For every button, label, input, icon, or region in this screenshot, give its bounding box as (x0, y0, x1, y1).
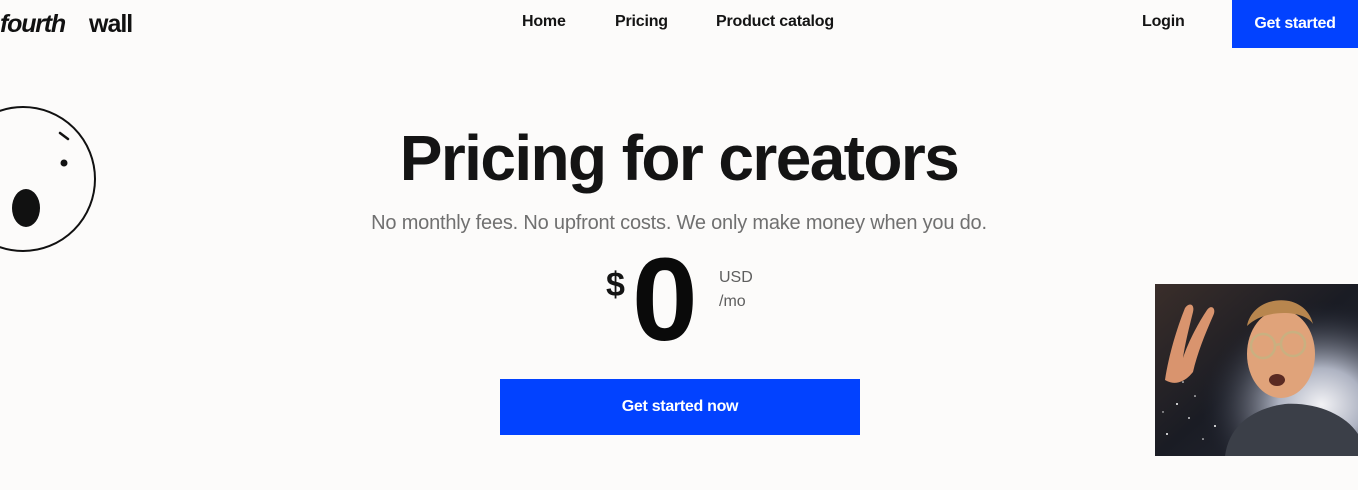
get-started-now-button[interactable]: Get started now (500, 379, 860, 435)
price-amount: 0 (632, 234, 698, 366)
animated-gif-thumbnail (1155, 284, 1358, 456)
page-title: Pricing for creators (399, 122, 960, 194)
nav-pricing-link[interactable]: Pricing (615, 13, 668, 31)
page-subtitle: No monthly fees. No upfront costs. We on… (371, 212, 987, 234)
price-currency-unit: USD (719, 269, 753, 286)
top-navigation: Home Pricing Product catalog Login (0, 0, 1358, 46)
login-link[interactable]: Login (1142, 13, 1185, 31)
nav-home-link[interactable]: Home (522, 13, 566, 31)
price-currency-symbol: $ (606, 266, 625, 304)
pricing-page: fourth wall Home Pricing Product catalog… (0, 0, 1358, 490)
get-started-button[interactable]: Get started (1232, 0, 1358, 48)
nav-product-catalog-link[interactable]: Product catalog (716, 13, 834, 31)
price-period: /mo (719, 293, 746, 310)
